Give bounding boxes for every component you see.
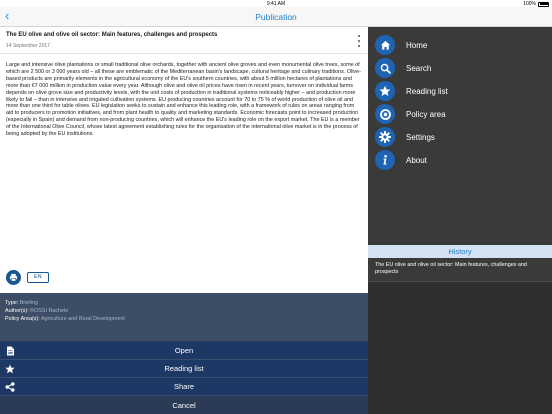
sidebar-item-label: About <box>406 155 427 165</box>
sidebar-item-home[interactable]: Home <box>375 35 545 55</box>
detail-authors: Author(s): ROSSI Rachele <box>5 308 69 314</box>
info-icon <box>375 150 395 170</box>
action-sheet: Open Reading list Share Cancel <box>0 341 368 414</box>
article-title: The EU olive and olive oil sector: Main … <box>6 32 218 38</box>
history-item[interactable]: The EU olive and olive oil sector: Main … <box>368 258 552 282</box>
target-icon <box>375 104 395 124</box>
open-label: Open <box>174 346 194 355</box>
article-date: 14 September 2017 <box>6 43 50 49</box>
document-icon <box>5 346 15 356</box>
status-bar: 9:41 AM 100% <box>0 0 552 7</box>
article-header: The EU olive and olive oil sector: Main … <box>0 27 368 54</box>
reading-list-button[interactable]: Reading list <box>0 360 368 378</box>
sidebar-item-settings[interactable]: Settings <box>375 127 545 147</box>
cancel-label: Cancel <box>172 400 196 410</box>
navigation-bar: ‹ Publication <box>0 7 552 27</box>
cancel-button[interactable]: Cancel <box>0 396 368 414</box>
more-options-icon[interactable] <box>357 35 361 47</box>
publication-details: Type: Briefing Author(s): ROSSI Rachele … <box>0 293 368 341</box>
star-icon <box>5 364 15 374</box>
publication-panel: The EU olive and olive oil sector: Main … <box>0 27 368 414</box>
home-icon <box>375 35 395 55</box>
sidebar-item-policy-area[interactable]: Policy area <box>375 104 545 124</box>
sidebar-item-label: Policy area <box>406 109 446 119</box>
share-label: Share <box>173 382 194 391</box>
gear-icon <box>375 127 395 147</box>
sidebar: Home Search Reading list Policy area Set… <box>368 27 552 414</box>
history-list-empty <box>368 282 552 414</box>
sidebar-item-about[interactable]: About <box>375 150 545 170</box>
detail-policy-area: Policy Area(s): Agriculture and Rural De… <box>5 316 125 322</box>
battery-icon <box>538 1 549 7</box>
sidebar-menu: Home Search Reading list Policy area Set… <box>368 27 552 249</box>
search-icon <box>375 58 395 78</box>
reading-list-label: Reading list <box>164 364 204 373</box>
open-button[interactable]: Open <box>0 342 368 360</box>
print-button[interactable] <box>6 270 21 285</box>
sidebar-item-search[interactable]: Search <box>375 58 545 78</box>
sidebar-item-label: Search <box>406 63 432 73</box>
language-button[interactable]: EN <box>27 272 49 283</box>
page-title: Publication <box>255 12 297 22</box>
star-icon <box>375 81 395 101</box>
history-header: History <box>368 245 552 258</box>
article-abstract: Large and intensive olive plantations or… <box>6 62 361 138</box>
sidebar-item-label: Home <box>406 40 428 50</box>
printer-icon <box>9 273 18 282</box>
detail-type: Type: Briefing <box>5 300 38 306</box>
sidebar-item-label: Settings <box>406 132 435 142</box>
article-tools: EN <box>6 270 49 285</box>
sidebar-item-label: Reading list <box>406 86 448 96</box>
share-button[interactable]: Share <box>0 378 368 396</box>
share-icon <box>5 382 15 392</box>
sidebar-item-reading-list[interactable]: Reading list <box>375 81 545 101</box>
